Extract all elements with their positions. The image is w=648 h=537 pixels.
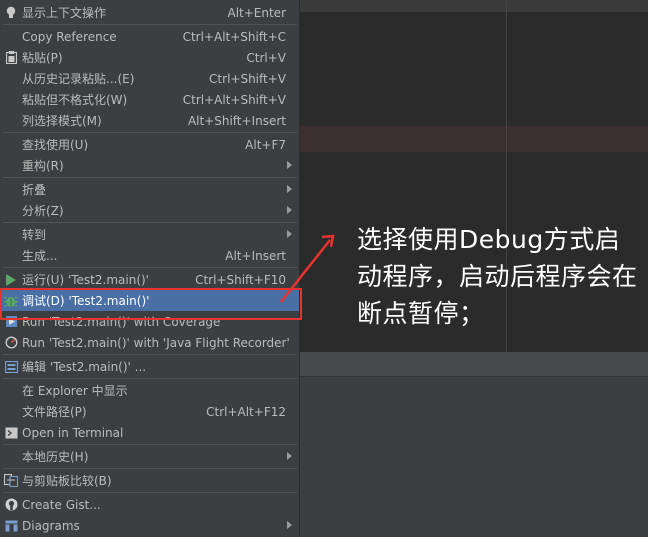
menu-item-shortcut: Ctrl+V	[246, 50, 286, 65]
menu-item-go-to[interactable]: 转到	[0, 224, 299, 245]
diagram-icon	[0, 515, 20, 536]
submenu-arrow-icon	[287, 161, 292, 169]
menu-item-analyze[interactable]: 分析(Z)	[0, 200, 299, 221]
menu-separator	[3, 378, 297, 379]
menu-item-label: 在 Explorer 中显示	[22, 384, 128, 398]
menu-item-label: 分析(Z)	[22, 204, 64, 218]
bulb-icon	[0, 2, 20, 23]
menu-separator	[3, 267, 297, 268]
menu-item-label: Run 'Test2.main()' with 'Java Flight Rec…	[22, 335, 290, 350]
menu-item-label: 列选择模式(M)	[22, 114, 102, 128]
menu-item-label: 生成...	[22, 249, 58, 263]
tool-window-divider	[300, 376, 648, 377]
menu-item-paste-from-history[interactable]: 从历史记录粘贴...(E) Ctrl+Shift+V	[0, 68, 299, 89]
menu-separator	[3, 468, 297, 469]
menu-separator	[3, 354, 297, 355]
annotation-text: 选择使用Debug方式启动程序，启动后程序会在断点暂停；	[357, 225, 638, 328]
menu-item-label: Create Gist...	[22, 497, 101, 512]
tool-window-header	[300, 352, 648, 376]
menu-item-shortcut: Ctrl+Alt+Shift+V	[182, 92, 286, 107]
menu-item-shortcut: Alt+F7	[245, 137, 286, 152]
menu-item-label: 粘贴(P)	[22, 51, 63, 65]
menu-item-shortcut: Ctrl+Shift+F10	[195, 272, 286, 287]
menu-item-shortcut: Ctrl+Alt+Shift+C	[182, 29, 286, 44]
submenu-arrow-icon	[287, 452, 292, 460]
menu-item-local-history[interactable]: 本地历史(H)	[0, 446, 299, 467]
editor-breakpoint-line	[300, 126, 648, 152]
menu-item-label: Copy Reference	[22, 29, 117, 44]
menu-item-generate[interactable]: 生成... Alt+Insert	[0, 245, 299, 266]
menu-separator	[3, 132, 297, 133]
submenu-arrow-icon	[287, 206, 292, 214]
menu-separator	[3, 492, 297, 493]
menu-item-label: 转到	[22, 228, 47, 242]
tool-window-area	[300, 352, 648, 537]
menu-item-shortcut: Ctrl+Shift+V	[209, 71, 286, 86]
menu-item-show-in-explorer[interactable]: 在 Explorer 中显示	[0, 380, 299, 401]
menu-item-shortcut: Alt+Shift+Insert	[187, 113, 286, 128]
menu-item-shortcut: Ctrl+Alt+F12	[206, 404, 286, 419]
submenu-arrow-icon	[287, 521, 292, 529]
clipboard-icon	[0, 47, 20, 68]
run-icon	[0, 269, 20, 290]
menu-item-label: 本地历史(H)	[22, 450, 89, 464]
menu-item-label: 运行(U) 'Test2.main()'	[22, 273, 149, 287]
menu-separator	[3, 177, 297, 178]
menu-item-create-gist[interactable]: Create Gist...	[0, 494, 299, 515]
menu-item-compare-with-clipboard[interactable]: 与剪贴板比较(B)	[0, 470, 299, 491]
menu-item-label: 粘贴但不格式化(W)	[22, 93, 128, 107]
menu-item-label: Diagrams	[22, 518, 80, 533]
menu-item-paste[interactable]: 粘贴(P) Ctrl+V	[0, 47, 299, 68]
menu-item-shortcut: Alt+Enter	[227, 5, 286, 20]
menu-item-label: 从历史记录粘贴...(E)	[22, 72, 135, 86]
annotation-highlight-box	[0, 288, 302, 320]
submenu-arrow-icon	[287, 185, 292, 193]
menu-item-open-in-terminal[interactable]: Open in Terminal	[0, 422, 299, 443]
menu-item-label: 文件路径(P)	[22, 405, 87, 419]
menu-item-label: 编辑 'Test2.main()' ...	[22, 360, 147, 374]
menu-item-label: 查找使用(U)	[22, 138, 89, 152]
menu-item-folding[interactable]: 折叠	[0, 179, 299, 200]
menu-item-run[interactable]: 运行(U) 'Test2.main()' Ctrl+Shift+F10	[0, 269, 299, 290]
menu-item-shortcut: Alt+Insert	[225, 248, 286, 263]
profiler-icon	[0, 332, 20, 353]
menu-item-label: 与剪贴板比较(B)	[22, 474, 112, 488]
submenu-arrow-icon	[287, 230, 292, 238]
menu-item-label: 重构(R)	[22, 159, 64, 173]
menu-item-diagrams[interactable]: Diagrams	[0, 515, 299, 536]
ide-screenshot: 显示上下文操作 Alt+Enter Copy Reference Ctrl+Al…	[0, 0, 648, 537]
menu-item-label: Open in Terminal	[22, 425, 124, 440]
menu-item-label: 显示上下文操作	[22, 6, 107, 20]
menu-item-label: 折叠	[22, 183, 47, 197]
menu-item-file-path[interactable]: 文件路径(P) Ctrl+Alt+F12	[0, 401, 299, 422]
menu-item-paste-without-formatting[interactable]: 粘贴但不格式化(W) Ctrl+Alt+Shift+V	[0, 89, 299, 110]
edit-config-icon	[0, 356, 20, 377]
menu-separator	[3, 222, 297, 223]
menu-separator	[3, 444, 297, 445]
menu-item-run-with-profiler[interactable]: Run 'Test2.main()' with 'Java Flight Rec…	[0, 332, 299, 353]
editor-context-menu: 显示上下文操作 Alt+Enter Copy Reference Ctrl+Al…	[0, 0, 300, 537]
menu-item-copy-reference[interactable]: Copy Reference Ctrl+Alt+Shift+C	[0, 26, 299, 47]
menu-item-show-context-actions[interactable]: 显示上下文操作 Alt+Enter	[0, 2, 299, 23]
github-icon	[0, 494, 20, 515]
menu-item-edit-configuration[interactable]: 编辑 'Test2.main()' ...	[0, 356, 299, 377]
menu-item-refactor[interactable]: 重构(R)	[0, 155, 299, 176]
terminal-icon	[0, 422, 20, 443]
menu-separator	[3, 24, 297, 25]
menu-item-column-selection-mode[interactable]: 列选择模式(M) Alt+Shift+Insert	[0, 110, 299, 131]
compare-icon	[0, 470, 20, 491]
menu-item-find-usages[interactable]: 查找使用(U) Alt+F7	[0, 134, 299, 155]
